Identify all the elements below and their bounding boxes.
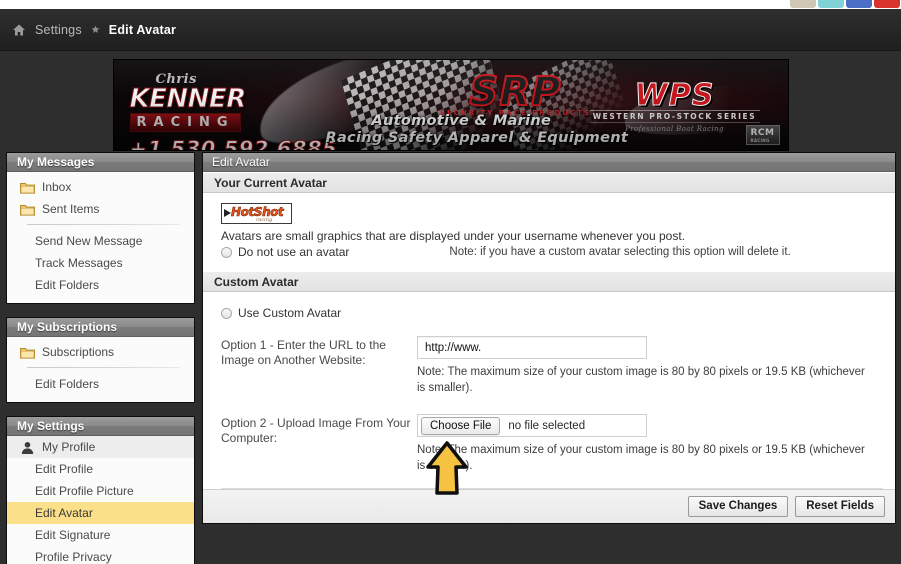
main-panel-title: Edit Avatar [203,153,895,172]
section-title-custom-avatar: Custom Avatar [203,271,895,292]
browser-button-4[interactable] [874,0,900,8]
sidebar-item-edit-avatar[interactable]: Edit Avatar [7,502,194,524]
option-2-note: Note: The maximum size of your custom im… [417,444,865,472]
sidebar-item-edit-folders-subscriptions[interactable]: Edit Folders [7,373,194,395]
sidebar-item-subscriptions[interactable]: Subscriptions [7,341,194,363]
banner-gloss-overlay [113,60,788,150]
sidebar-item-inbox[interactable]: Inbox [7,176,194,198]
page-root: Settings Edit Avatar Chris KENNER RACING… [0,0,901,564]
option-1-row: Option 1 - Enter the URL to the Image on… [221,336,883,396]
radio-use-custom-avatar[interactable] [221,307,232,319]
avatar-arrow-decor [224,209,231,217]
sidebar-item-label: Send New Message [35,234,143,248]
sidebar-item-edit-profile[interactable]: Edit Profile [7,458,194,480]
sidebar-item-label: Inbox [42,180,72,194]
form-button-bar: Save Changes Reset Fields [203,489,895,523]
option-1-note: Note: The maximum size of your custom im… [417,366,865,394]
avatar-url-value: http://www. [425,341,482,354]
sidebar-item-sent-items[interactable]: Sent Items [7,198,194,220]
home-icon[interactable] [12,23,26,37]
sidebar-item-label: Edit Profile [35,462,94,476]
banner-graphic: Chris KENNER RACING +1 530 592 6885 SRP … [112,59,789,151]
sidebar-item-edit-profile-picture[interactable]: Edit Profile Picture [7,480,194,502]
folder-icon [20,203,35,216]
save-changes-button[interactable]: Save Changes [687,496,789,517]
option-2-label: Option 2 - Upload Image From Your Comput… [221,416,411,445]
main-panel: Edit Avatar Your Current Avatar HotShot … [202,152,896,524]
section-title-current-avatar: Your Current Avatar [203,172,895,193]
sidebar-panel-my-subscriptions: My Subscriptions Subscriptions Edit Fold… [6,317,195,403]
sidebar-item-send-new-message[interactable]: Send New Message [7,230,194,252]
avatar-url-input[interactable]: http://www. [417,336,647,359]
avatar-file-input[interactable]: Choose File no file selected [417,414,647,437]
sidebar-panel-title: My Settings [7,417,194,436]
reset-fields-button[interactable]: Reset Fields [795,496,885,517]
sidebar-divider [27,224,180,225]
sidebar-item-label: Sent Items [42,202,100,216]
sidebar-item-label: Edit Folders [35,377,100,391]
file-status-text: no file selected [508,419,586,432]
browser-button-2[interactable] [818,0,844,8]
folder-icon [20,181,35,194]
sidebar-item-label: Profile Privacy [35,550,112,564]
sidebar-item-my-profile[interactable]: My Profile [7,436,194,458]
browser-button-3[interactable] [846,0,872,8]
radio-label-do-not-use-avatar: Do not use an avatar [238,245,350,259]
sidebar-item-profile-privacy[interactable]: Profile Privacy [7,546,194,564]
sidebar-panel-title: My Messages [7,153,194,172]
option-1-label: Option 1 - Enter the URL to the Image on… [221,338,386,367]
sidebar-item-track-messages[interactable]: Track Messages [7,252,194,274]
sidebar-panel-title: My Subscriptions [7,318,194,337]
option-2-row: Option 2 - Upload Image From Your Comput… [221,414,883,474]
browser-button-1[interactable] [790,0,816,8]
content-area: My Messages Inbox Sent Items Send New Me… [0,152,901,564]
section-body-current-avatar: HotShot racing Avatars are small graphic… [203,193,895,271]
sidebar-item-label: My Profile [42,440,96,454]
sidebar-item-label: Edit Avatar [35,506,93,520]
no-avatar-note: Note: if you have a custom avatar select… [449,246,791,258]
avatar-description: Avatars are small graphics that are disp… [221,229,686,243]
no-avatar-option-row: Do not use an avatar Note: if you have a… [221,245,883,259]
sidebar-item-label: Edit Profile Picture [35,484,134,498]
folder-icon [20,346,35,359]
browser-chrome-strip [0,0,901,9]
section-body-custom-avatar: Use Custom Avatar Option 1 - Enter the U… [203,292,895,489]
sidebar-item-edit-folders-messages[interactable]: Edit Folders [7,274,194,296]
separator-icon [91,25,100,34]
avatar-logo-sub: racing [256,217,273,223]
user-icon [20,441,35,454]
radio-do-not-use-avatar[interactable] [221,246,232,258]
current-avatar-image: HotShot racing [221,203,292,224]
sidebar-panel-my-messages: My Messages Inbox Sent Items Send New Me… [6,152,195,304]
sidebar-divider [27,367,180,368]
sidebar: My Messages Inbox Sent Items Send New Me… [6,152,195,564]
breadcrumb: Settings Edit Avatar [0,9,901,51]
radio-label-use-custom-avatar: Use Custom Avatar [238,306,342,320]
sidebar-item-label: Track Messages [35,256,123,270]
sidebar-panel-my-settings: My Settings My Profile Edit Profile Edit… [6,416,195,564]
choose-file-button[interactable]: Choose File [421,416,501,435]
use-custom-avatar-row: Use Custom Avatar [221,306,883,320]
sidebar-item-label: Subscriptions [42,345,115,359]
breadcrumb-current: Edit Avatar [108,22,177,37]
site-banner[interactable]: Chris KENNER RACING +1 530 592 6885 SRP … [0,58,901,152]
breadcrumb-settings-link[interactable]: Settings [35,23,82,37]
sidebar-item-label: Edit Signature [35,528,111,542]
sidebar-item-label: Edit Folders [35,278,100,292]
sidebar-item-edit-signature[interactable]: Edit Signature [7,524,194,546]
